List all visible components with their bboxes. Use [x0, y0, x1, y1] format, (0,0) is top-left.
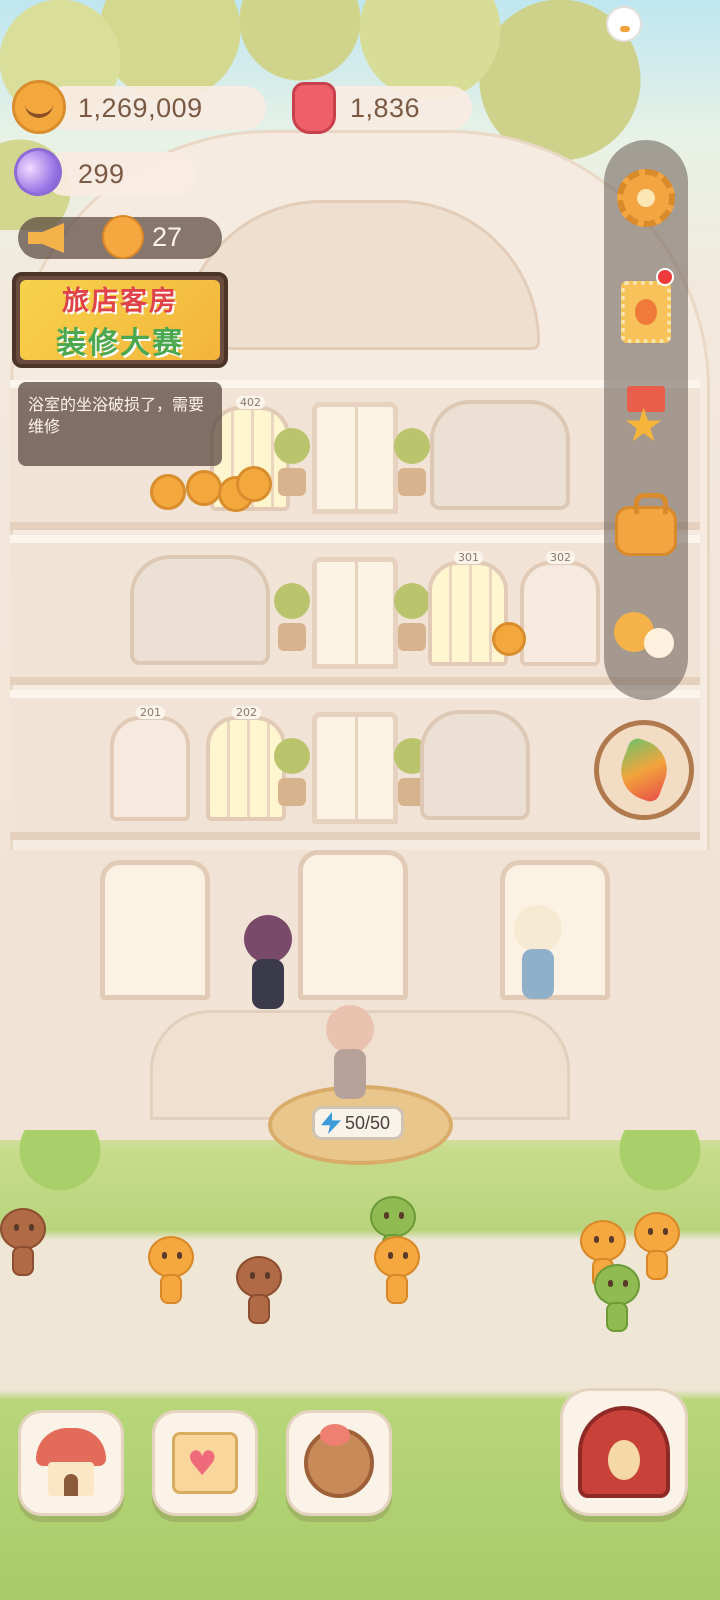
elder-cookie-character[interactable]	[508, 905, 568, 1005]
stamina-value: 50/50	[345, 1112, 391, 1133]
potted-plant	[272, 738, 312, 808]
notification-dot	[656, 268, 674, 286]
cookie-head-icon	[102, 215, 144, 259]
elevator[interactable]	[312, 557, 398, 669]
cookie-guest[interactable]	[148, 1236, 194, 1306]
coin-pickup-icon[interactable]	[150, 474, 186, 510]
coin-pickup-icon[interactable]	[186, 470, 222, 506]
jelly-counter: 1,836	[314, 86, 472, 130]
jelly-amount: 1,836	[350, 92, 421, 123]
stamina-bolt-icon	[321, 1112, 341, 1134]
inventory-button[interactable]	[612, 492, 680, 560]
room-number: 201	[136, 706, 165, 719]
repair-tip-text: 浴室的坐浴破损了，需要维修	[28, 395, 205, 436]
coin-pickup-icon[interactable]	[492, 622, 526, 656]
room-number: 202	[232, 706, 261, 719]
room-bathroom[interactable]	[130, 555, 270, 665]
gear-icon	[617, 169, 675, 227]
duck-icon[interactable]	[606, 6, 642, 42]
lobby-curtain-door[interactable]	[100, 860, 210, 1000]
medal-icon: ★	[623, 386, 669, 450]
diary-button[interactable]: ♥	[152, 1410, 258, 1516]
cookie-guest[interactable]	[0, 1208, 46, 1278]
cookie-guest[interactable]	[374, 1236, 420, 1306]
lobby-main-door[interactable]	[298, 850, 408, 1000]
hedge	[0, 1130, 720, 1210]
repair-tip[interactable]: 浴室的坐浴破损了，需要维修	[18, 382, 222, 466]
announcement-bar[interactable]: 27	[18, 215, 222, 259]
ice-cream-cone-icon	[612, 735, 676, 805]
room-201[interactable]: 201	[110, 706, 190, 821]
event-banner[interactable]: 旅店客房 装修大赛	[12, 272, 228, 368]
cookie-guest[interactable]	[594, 1264, 640, 1334]
circus-button[interactable]	[560, 1388, 688, 1516]
circus-tent-icon	[578, 1406, 670, 1498]
bag-icon	[615, 493, 677, 556]
coin-icon	[12, 80, 66, 134]
bunny-hood-manager-character[interactable]	[320, 1005, 380, 1105]
potted-plant	[392, 428, 432, 498]
cookie-card-button[interactable]	[612, 278, 680, 346]
deer-receptionist-character[interactable]	[238, 915, 298, 1015]
cookie-gallery-button[interactable]	[286, 1410, 392, 1516]
event-title-line1: 旅店客房	[62, 285, 178, 317]
notebook-icon: ♥	[172, 1432, 238, 1494]
jelly-icon	[292, 82, 336, 134]
coin-pickup-icon[interactable]	[236, 466, 272, 502]
room-302[interactable]: 302	[520, 551, 600, 666]
megaphone-icon	[28, 223, 64, 253]
crystal-amount: 299	[78, 158, 125, 189]
ice-cream-event-button[interactable]	[594, 720, 694, 820]
room-under-renovation[interactable]	[430, 400, 570, 510]
potted-plant	[392, 583, 432, 653]
room-number: 302	[546, 551, 575, 564]
friends-button[interactable]	[612, 602, 680, 670]
potted-plant	[272, 428, 312, 498]
potted-plant	[272, 583, 312, 653]
cookie-guest[interactable]	[634, 1212, 680, 1282]
settings-button[interactable]	[612, 164, 680, 232]
event-title-line2: 装修大赛	[56, 325, 184, 361]
crystal-counter: 299	[44, 152, 196, 196]
room-number: 402	[236, 396, 265, 409]
elevator[interactable]	[312, 712, 398, 824]
elevator[interactable]	[312, 402, 398, 514]
cookie-card-icon	[621, 281, 671, 343]
cookie-portrait-icon	[304, 1424, 374, 1498]
coin-counter: 1,269,009	[44, 86, 266, 130]
build-house-button[interactable]	[18, 1410, 124, 1516]
room-spa[interactable]	[420, 710, 530, 820]
announcement-count: 27	[152, 222, 183, 252]
achievements-button[interactable]: ★	[612, 384, 680, 452]
stamina-counter[interactable]: 50/50	[312, 1106, 404, 1140]
cookie-guest[interactable]	[236, 1256, 282, 1326]
room-number: 301	[454, 551, 483, 564]
friends-icon	[614, 606, 678, 666]
mushroom-house-icon	[36, 1428, 106, 1498]
floor-3: 301 302	[10, 535, 700, 685]
coin-amount: 1,269,009	[78, 92, 203, 123]
